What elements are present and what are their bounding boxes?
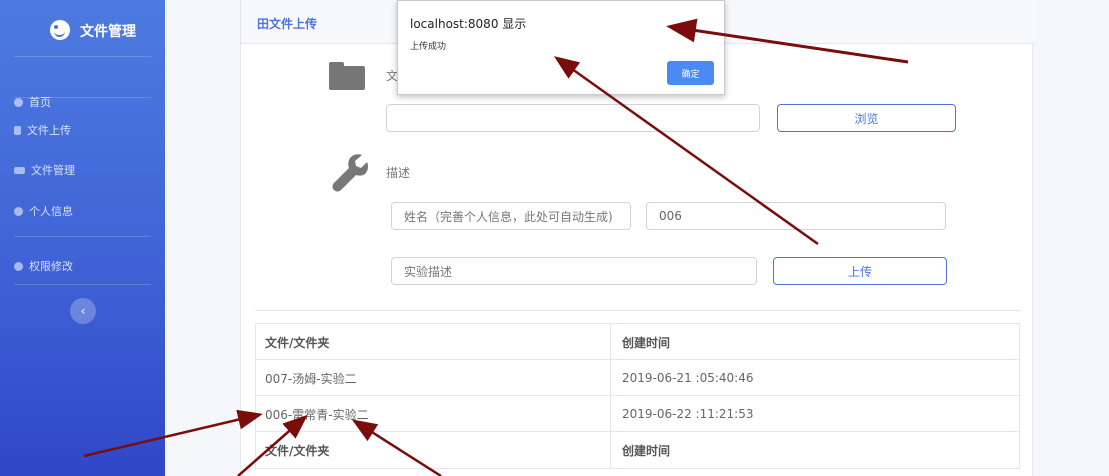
upload-button[interactable]: 上传	[773, 257, 947, 285]
column-footer-created: 创建时间	[622, 443, 671, 458]
file-icon	[14, 125, 21, 135]
wrench-icon	[332, 154, 369, 192]
experiment-description-input[interactable]: 实验描述	[391, 257, 757, 285]
brand[interactable]: 文件管理	[0, 0, 165, 60]
file-path-input[interactable]	[386, 104, 760, 132]
browse-button[interactable]: 浏览	[777, 104, 956, 132]
sidebar-item-label: 个人信息	[29, 205, 73, 218]
sidebar-item-upload[interactable]: 文件上传	[14, 120, 71, 140]
sidebar-item-label: 文件管理	[31, 164, 75, 177]
brand-title: 文件管理	[80, 24, 136, 40]
sidebar-item-profile[interactable]: 个人信息	[14, 201, 73, 221]
column-header-created: 创建时间	[622, 335, 671, 350]
sidebar-collapse-button[interactable]: ‹	[70, 298, 96, 324]
file-name-cell[interactable]: 007-汤姆-实验二	[256, 360, 611, 396]
folder-icon	[329, 62, 365, 90]
column-header-file: 文件/文件夹	[256, 324, 611, 360]
users-icon	[14, 206, 23, 216]
column-footer-file: 文件/文件夹	[256, 432, 611, 468]
chevron-left-icon: ‹	[80, 304, 86, 318]
sidebar-divider	[14, 56, 151, 57]
sidebar-divider	[14, 236, 151, 237]
description-label: 描述	[386, 166, 411, 180]
files-table: 文件/文件夹 创建时间 007-汤姆-实验二 2019-06-21 :05:40…	[255, 323, 1020, 469]
table-row[interactable]: 006-雷常青-实验二 2019-06-22 :11:21:53	[256, 396, 1019, 432]
created-time-cell: 2019-06-21 :05:40:46	[622, 371, 754, 385]
dialog-ok-button[interactable]: 确定	[667, 61, 714, 85]
dialog-origin: localhost:8080 显示	[410, 17, 527, 31]
section-divider	[255, 310, 1021, 311]
card-title: 田文件上传	[257, 17, 318, 31]
dashboard-icon	[14, 97, 23, 107]
file-name-cell[interactable]: 006-雷常青-实验二	[256, 396, 611, 432]
alert-dialog: localhost:8080 显示 上传成功 确定	[397, 0, 725, 95]
sidebar-item-label: 权限修改	[29, 260, 73, 273]
table-footer-row: 文件/文件夹 创建时间	[256, 432, 1019, 468]
dialog-message: 上传成功	[410, 42, 447, 52]
sidebar-item-file-manage[interactable]: 文件管理	[14, 160, 75, 180]
smile-logo-icon	[50, 20, 70, 40]
sidebar-divider	[14, 97, 151, 98]
created-time-cell: 2019-06-22 :11:21:53	[622, 407, 754, 421]
table-row[interactable]: 007-汤姆-实验二 2019-06-21 :05:40:46	[256, 360, 1019, 396]
folder-icon	[14, 166, 25, 174]
sidebar-item-label: 文件上传	[27, 124, 71, 137]
sidebar-divider	[14, 284, 151, 285]
table-header-row: 文件/文件夹 创建时间	[256, 324, 1019, 360]
sidebar: 文件管理 首页 文件上传 文件管理 个人信息 权限修改 ‹	[0, 0, 165, 476]
sidebar-item-permissions[interactable]: 权限修改	[14, 256, 73, 276]
name-input[interactable]: 姓名（完善个人信息，此处可自动生成)	[391, 202, 631, 230]
gear-icon	[14, 261, 23, 271]
student-id-input[interactable]: 006	[646, 202, 946, 230]
sidebar-item-home[interactable]: 首页	[14, 92, 51, 112]
